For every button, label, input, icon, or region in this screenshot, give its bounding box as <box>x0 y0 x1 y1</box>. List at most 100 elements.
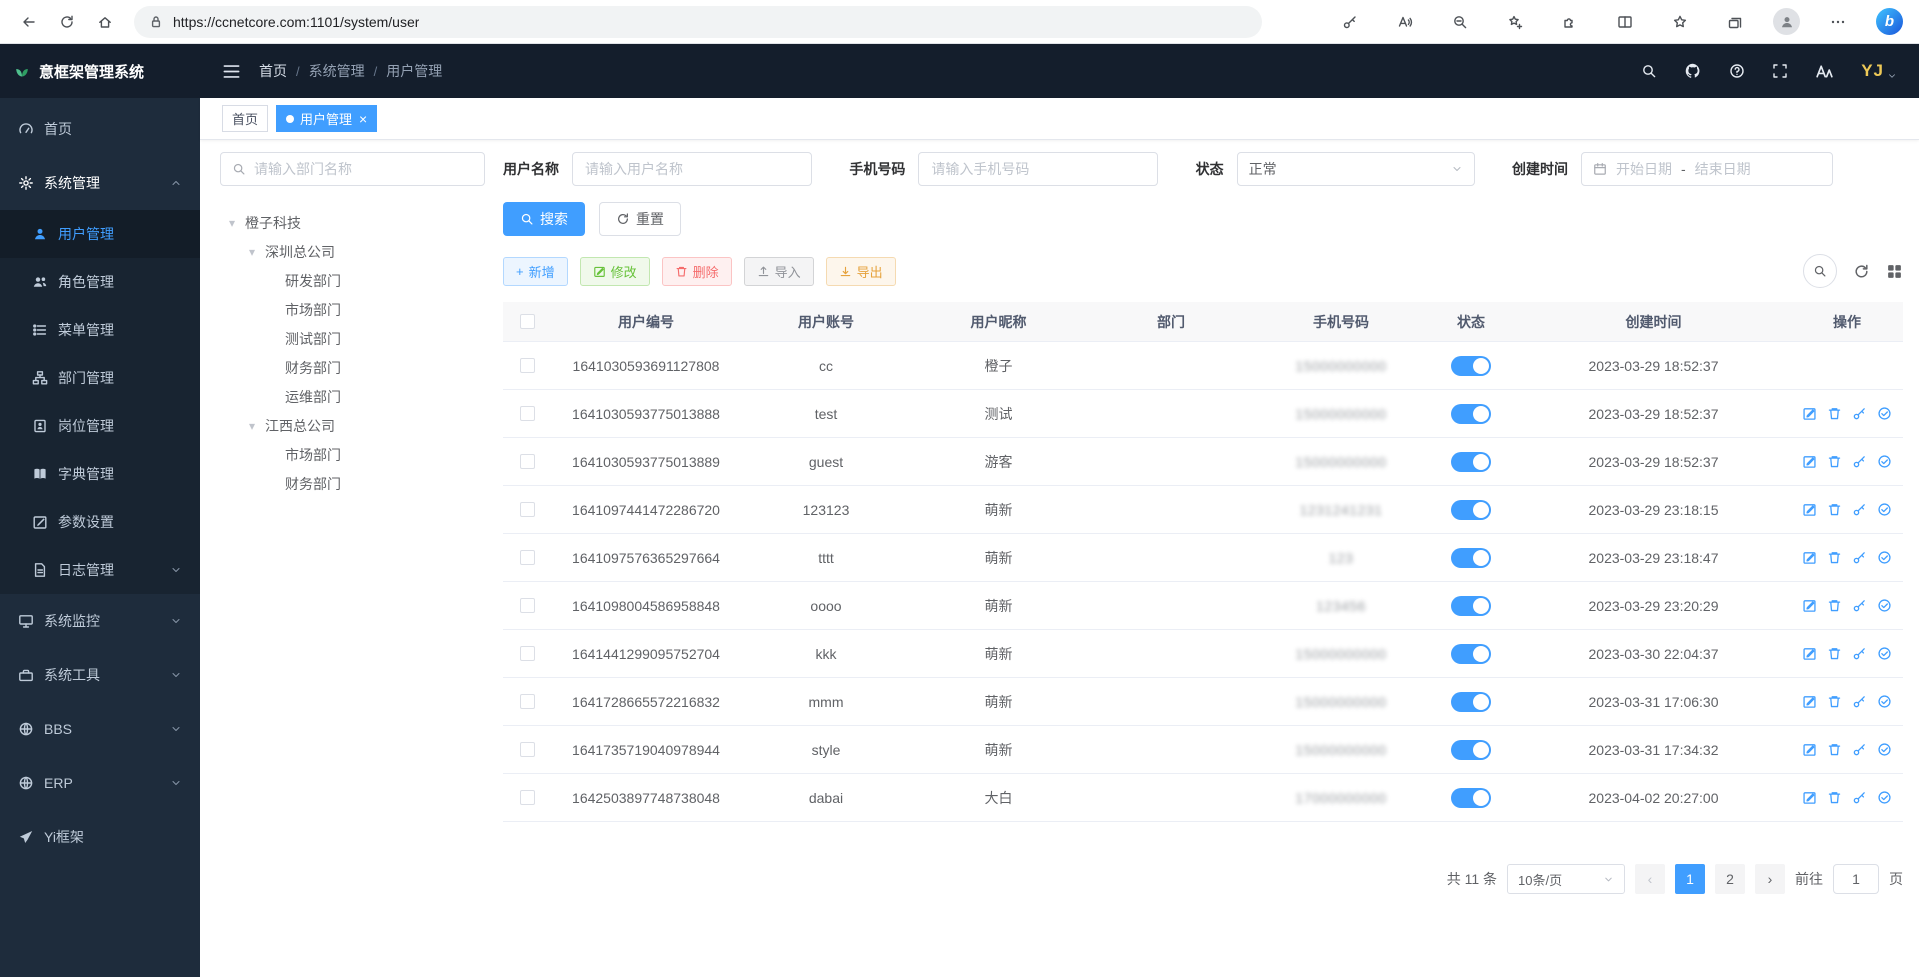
assign-role-icon[interactable] <box>1877 550 1892 565</box>
refresh-table-icon[interactable] <box>1853 263 1870 280</box>
page-button-1[interactable]: 1 <box>1675 864 1705 894</box>
tree-node[interactable]: ▾ 市场部门 <box>220 295 485 324</box>
password-key-button[interactable] <box>1333 5 1367 39</box>
status-toggle[interactable] <box>1451 644 1491 664</box>
delete-user-button[interactable]: 删除 <box>662 257 732 286</box>
reset-password-icon[interactable] <box>1852 742 1867 757</box>
refresh-button[interactable] <box>50 5 84 39</box>
edit-icon[interactable] <box>1802 502 1817 517</box>
sidebar-item-menu-mgmt[interactable]: 菜单管理 <box>0 306 200 354</box>
sidebar-item-param-settings[interactable]: 参数设置 <box>0 498 200 546</box>
edit-icon[interactable] <box>1802 742 1817 757</box>
search-icon[interactable] <box>1641 63 1657 79</box>
tree-node[interactable]: ▾ 财务部门 <box>220 353 485 382</box>
add-user-button[interactable]: + 新增 <box>503 257 568 286</box>
browser-profile-avatar[interactable] <box>1773 8 1800 35</box>
reset-password-icon[interactable] <box>1852 502 1867 517</box>
status-toggle[interactable] <box>1451 596 1491 616</box>
tree-caret-icon[interactable]: ▾ <box>226 216 238 230</box>
edit-icon[interactable] <box>1802 598 1817 613</box>
address-bar[interactable]: https://ccnetcore.com:1101/system/user <box>134 6 1262 38</box>
reset-password-icon[interactable] <box>1852 790 1867 805</box>
assign-role-icon[interactable] <box>1877 598 1892 613</box>
assign-role-icon[interactable] <box>1877 406 1892 421</box>
zoom-button[interactable] <box>1443 5 1477 39</box>
tree-node[interactable]: ▾ 橙子科技 <box>220 208 485 237</box>
edit-icon[interactable] <box>1802 550 1817 565</box>
delete-icon[interactable] <box>1827 694 1842 709</box>
tree-node[interactable]: ▾ 市场部门 <box>220 440 485 469</box>
edit-icon[interactable] <box>1802 454 1817 469</box>
breadcrumb-item[interactable]: 系统管理 <box>309 61 365 81</box>
tab-close-icon[interactable]: × <box>359 111 367 127</box>
sidebar-item-erp[interactable]: ERP <box>0 756 200 810</box>
row-checkbox[interactable] <box>520 454 535 469</box>
reset-password-icon[interactable] <box>1852 646 1867 661</box>
delete-icon[interactable] <box>1827 502 1842 517</box>
reset-password-icon[interactable] <box>1852 598 1867 613</box>
status-toggle[interactable] <box>1451 548 1491 568</box>
tree-node[interactable]: ▾ 测试部门 <box>220 324 485 353</box>
status-toggle[interactable] <box>1451 356 1491 376</box>
reset-button[interactable]: 重置 <box>599 202 681 236</box>
row-checkbox[interactable] <box>520 550 535 565</box>
sidebar-item-post-mgmt[interactable]: 岗位管理 <box>0 402 200 450</box>
tree-caret-icon[interactable]: ▾ <box>246 245 258 259</box>
assign-role-icon[interactable] <box>1877 502 1892 517</box>
reset-password-icon[interactable] <box>1852 454 1867 469</box>
tab-user-mgmt[interactable]: 用户管理 × <box>276 105 377 132</box>
browser-more-button[interactable] <box>1821 5 1855 39</box>
split-screen-button[interactable] <box>1608 5 1642 39</box>
status-toggle[interactable] <box>1451 500 1491 520</box>
assign-role-icon[interactable] <box>1877 790 1892 805</box>
next-page-button[interactable]: › <box>1755 864 1785 894</box>
copilot-button[interactable]: b <box>1876 8 1903 35</box>
search-button[interactable]: 搜索 <box>503 202 585 236</box>
add-favorite-button[interactable] <box>1498 5 1532 39</box>
fullscreen-icon[interactable] <box>1772 63 1788 79</box>
assign-role-icon[interactable] <box>1877 646 1892 661</box>
tab-home[interactable]: 首页 <box>222 105 268 132</box>
assign-role-icon[interactable] <box>1877 742 1892 757</box>
row-checkbox[interactable] <box>520 790 535 805</box>
sidebar-item-user-mgmt[interactable]: 用户管理 <box>0 210 200 258</box>
sidebar-item-yi-framework[interactable]: Yi框架 <box>0 810 200 864</box>
row-checkbox[interactable] <box>520 358 535 373</box>
edit-user-button[interactable]: 修改 <box>580 257 650 286</box>
status-toggle[interactable] <box>1451 692 1491 712</box>
export-button[interactable]: 导出 <box>826 257 896 286</box>
page-size-select[interactable]: 10条/页 <box>1507 864 1625 894</box>
delete-icon[interactable] <box>1827 406 1842 421</box>
row-checkbox[interactable] <box>520 502 535 517</box>
row-checkbox[interactable] <box>520 406 535 421</box>
dept-search-input[interactable] <box>254 161 473 177</box>
status-toggle[interactable] <box>1451 740 1491 760</box>
select-all-checkbox[interactable] <box>520 314 535 329</box>
tree-node[interactable]: ▾ 江西总公司 <box>220 411 485 440</box>
prev-page-button[interactable]: ‹ <box>1635 864 1665 894</box>
edit-icon[interactable] <box>1802 646 1817 661</box>
edit-icon[interactable] <box>1802 406 1817 421</box>
assign-role-icon[interactable] <box>1877 454 1892 469</box>
extensions-button[interactable] <box>1553 5 1587 39</box>
edit-icon[interactable] <box>1802 790 1817 805</box>
reset-password-icon[interactable] <box>1852 406 1867 421</box>
collections-button[interactable] <box>1718 5 1752 39</box>
delete-icon[interactable] <box>1827 454 1842 469</box>
status-toggle[interactable] <box>1451 404 1491 424</box>
username-input[interactable] <box>572 152 812 186</box>
status-toggle[interactable] <box>1451 788 1491 808</box>
read-aloud-button[interactable] <box>1388 5 1422 39</box>
favorites-button[interactable] <box>1663 5 1697 39</box>
collapse-sidebar-icon[interactable] <box>222 62 241 81</box>
delete-icon[interactable] <box>1827 598 1842 613</box>
row-checkbox[interactable] <box>520 694 535 709</box>
row-checkbox[interactable] <box>520 598 535 613</box>
sidebar-item-bbs[interactable]: BBS <box>0 702 200 756</box>
sidebar-item-role-mgmt[interactable]: 角色管理 <box>0 258 200 306</box>
delete-icon[interactable] <box>1827 790 1842 805</box>
tree-node[interactable]: ▾ 财务部门 <box>220 469 485 498</box>
assign-role-icon[interactable] <box>1877 694 1892 709</box>
back-button[interactable] <box>12 5 46 39</box>
date-range-picker[interactable]: 开始日期 - 结束日期 <box>1581 152 1833 186</box>
